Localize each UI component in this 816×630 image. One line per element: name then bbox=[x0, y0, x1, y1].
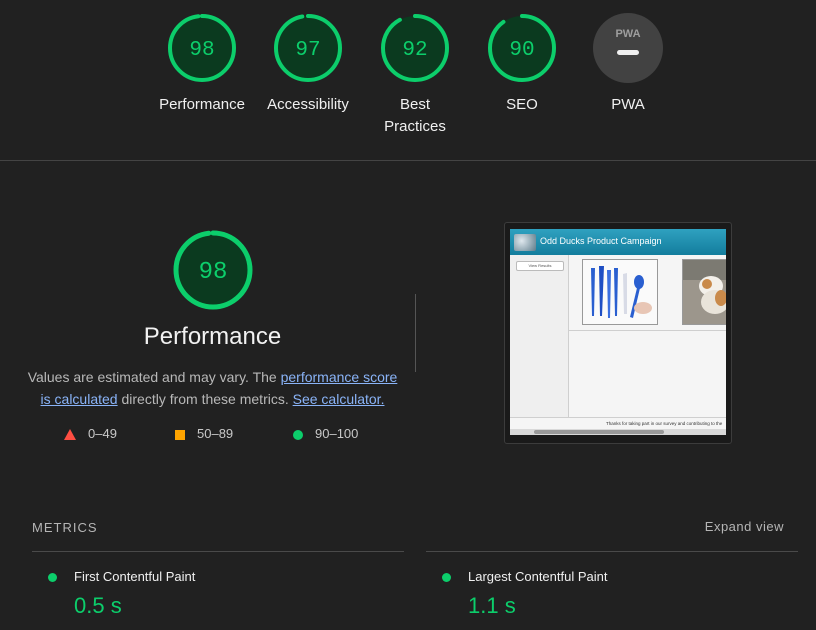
metric-value: 1.1 s bbox=[468, 593, 516, 618]
metric-name: Largest Contentful Paint bbox=[468, 569, 608, 584]
legend-pass: 90–100 bbox=[293, 426, 358, 441]
circle-icon bbox=[293, 429, 303, 440]
legend-range: 50–89 bbox=[197, 426, 234, 441]
section-divider bbox=[0, 160, 816, 161]
screenshot-page: Odd Ducks Product Campaign View Results bbox=[510, 229, 726, 435]
triangle-icon bbox=[64, 429, 76, 441]
gauge-best-practices[interactable]: 92 Best Practices bbox=[365, 12, 465, 138]
view-results-button: View Results bbox=[516, 261, 564, 271]
scrollbar-thumb bbox=[534, 430, 664, 434]
gauge-accessibility[interactable]: 97 Accessibility bbox=[258, 12, 358, 116]
screenshot-footer-text: Thanks for taking part in our survey and… bbox=[606, 421, 723, 426]
gauge-label: SEO bbox=[506, 96, 538, 113]
screenshot-scrollbar bbox=[510, 429, 726, 435]
gauge-score: 97 bbox=[295, 39, 320, 62]
gauge-score: 98 bbox=[189, 39, 214, 62]
vertical-divider bbox=[415, 294, 416, 372]
screenshot-header: Odd Ducks Product Campaign bbox=[510, 229, 726, 255]
gauge-performance[interactable]: 98 Performance bbox=[152, 12, 252, 116]
gauge-ring: 98 bbox=[168, 14, 236, 82]
gauge-label: Performance bbox=[159, 96, 245, 113]
product-image-cutlery bbox=[582, 259, 658, 325]
gauge-score: 92 bbox=[402, 39, 427, 62]
expand-view-toggle[interactable]: Expand view bbox=[705, 519, 784, 534]
description-text: Values are estimated and may vary. The bbox=[27, 369, 281, 385]
gauge-ring: 92 bbox=[381, 14, 449, 82]
performance-title: Performance bbox=[143, 323, 282, 350]
performance-description: Values are estimated and may vary. The p… bbox=[28, 366, 398, 410]
pass-circle-icon bbox=[48, 573, 57, 582]
screenshot-footer-rule bbox=[510, 417, 726, 418]
final-screenshot[interactable]: Odd Ducks Product Campaign View Results bbox=[504, 222, 732, 444]
see-calculator-link[interactable]: See calculator. bbox=[293, 391, 385, 407]
performance-score: 98 bbox=[198, 259, 227, 286]
legend-fail: 0–49 bbox=[64, 426, 117, 441]
metric-value: 0.5 s bbox=[74, 593, 122, 618]
screenshot-sidebar: View Results bbox=[510, 255, 569, 417]
pass-circle-icon bbox=[442, 573, 451, 582]
gauge-label: Accessibility bbox=[267, 96, 349, 113]
product-image-dog bbox=[682, 259, 726, 325]
pwa-icon: PWA bbox=[593, 13, 663, 83]
gauge-ring: 97 bbox=[274, 14, 342, 82]
gauge-pwa[interactable]: PWA PWA bbox=[578, 12, 678, 116]
screenshot-rule bbox=[568, 330, 726, 331]
square-icon bbox=[175, 429, 185, 440]
duck-logo-icon bbox=[514, 234, 536, 251]
legend-average: 50–89 bbox=[175, 426, 233, 441]
gauge-label: PWA bbox=[611, 96, 645, 113]
gauge-label: Best Practices bbox=[384, 96, 446, 135]
performance-summary: 98 Performance Values are estimated and … bbox=[20, 228, 405, 410]
pwa-badge: PWA bbox=[615, 28, 640, 40]
metrics-header: METRICS Expand view bbox=[32, 519, 784, 540]
score-legend: 0–49 50–89 90–100 bbox=[60, 426, 380, 444]
gauge-score: 90 bbox=[509, 39, 534, 62]
legend-range: 90–100 bbox=[315, 426, 359, 441]
metric-name: First Contentful Paint bbox=[74, 569, 196, 584]
metrics-rule-left bbox=[32, 551, 404, 552]
metrics-rule-right bbox=[426, 551, 798, 552]
performance-gauge: 98 bbox=[173, 230, 252, 310]
legend-range: 0–49 bbox=[88, 426, 117, 441]
gauge-seo[interactable]: 90 SEO bbox=[472, 12, 572, 116]
screenshot-title: Odd Ducks Product Campaign bbox=[540, 236, 662, 246]
gauge-ring: 90 bbox=[488, 14, 556, 82]
category-gauges: 98 Performance 97 Accessibility 92 Best … bbox=[0, 12, 816, 162]
description-text: directly from these metrics. bbox=[117, 391, 293, 407]
metrics-title: METRICS bbox=[32, 520, 98, 535]
